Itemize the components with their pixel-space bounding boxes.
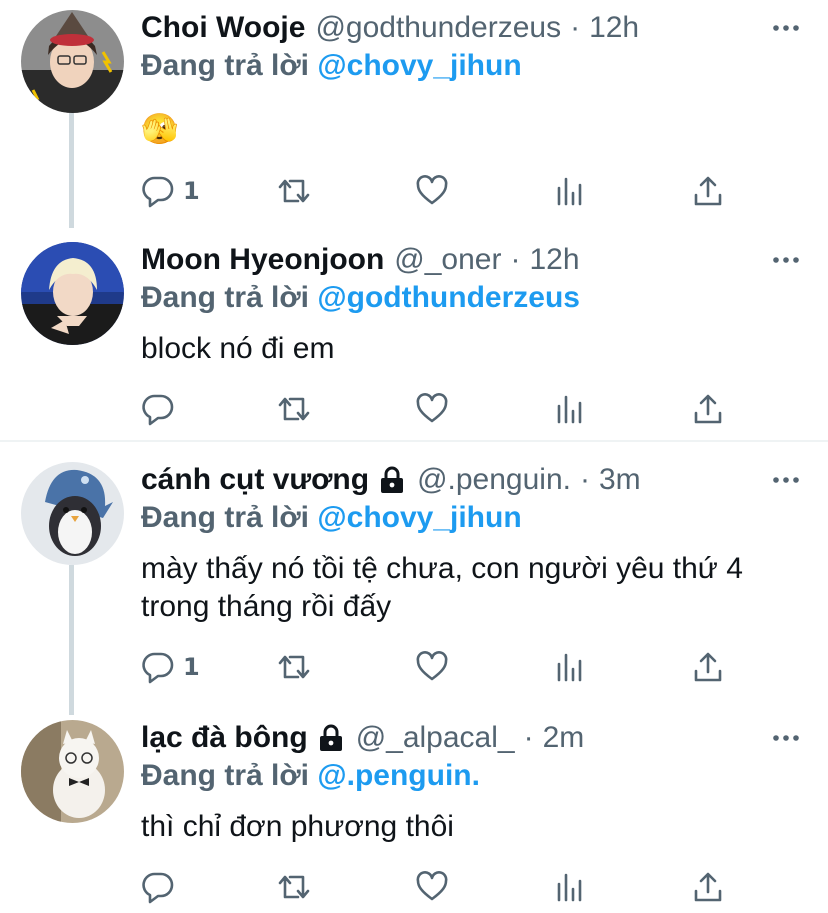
mention-link[interactable]: @chovy_jihun (317, 49, 521, 82)
reply-icon (142, 176, 174, 208)
action-bar: 1 (141, 647, 741, 687)
separator: · (570, 11, 581, 44)
analytics-icon (557, 177, 582, 206)
action-bar: 1 (141, 171, 741, 211)
reply-prefix: Đang trả lời (141, 501, 310, 534)
timestamp[interactable]: 12h (529, 243, 579, 277)
mention-link[interactable]: @.penguin. (317, 759, 480, 792)
reply-prefix: Đang trả lời (141, 49, 310, 82)
retweet-icon (278, 655, 310, 679)
like-button[interactable] (415, 867, 449, 907)
reply-context: Đang trả lời @chovy_jihun (141, 501, 522, 535)
reply-icon (142, 394, 174, 426)
reply-button[interactable]: 1 (141, 171, 200, 211)
retweet-icon (278, 875, 310, 899)
analytics-icon (557, 653, 582, 682)
display-name[interactable]: Moon Hyeonjoon (141, 243, 384, 277)
like-button[interactable] (415, 647, 449, 687)
display-name[interactable]: lạc đà bông (141, 721, 308, 755)
handle[interactable]: @_alpacal_ (356, 721, 515, 755)
reply-icon (142, 652, 174, 684)
retweet-icon (278, 179, 310, 203)
reply-prefix: Đang trả lời (141, 759, 310, 792)
reply-context: Đang trả lời @.penguin. (141, 759, 480, 793)
more-icon[interactable] (772, 724, 800, 752)
analytics-icon (557, 873, 582, 902)
like-button[interactable] (415, 389, 449, 429)
tweet-header: Choi Wooje @godthunderzeus · 12h (141, 8, 639, 48)
reply-button[interactable] (141, 867, 183, 907)
tweet-header: Moon Hyeonjoon @_oner · 12h (141, 240, 580, 280)
share-button[interactable] (691, 647, 725, 687)
tweet[interactable]: lạc đà bông @_alpacal_ · 2m Đang trả lời… (0, 718, 828, 913)
tweet[interactable]: cánh cụt vương @.penguin. · 3m Đang trả … (0, 460, 828, 715)
mention-link[interactable]: @godthunderzeus (317, 281, 580, 314)
tweet-header: lạc đà bông @_alpacal_ · 2m (141, 718, 584, 758)
analytics-button[interactable] (553, 867, 587, 907)
separator: · (523, 721, 534, 754)
reply-context: Đang trả lời @chovy_jihun (141, 49, 522, 83)
handle[interactable]: @_oner (394, 243, 501, 277)
retweet-button[interactable] (277, 171, 311, 211)
retweet-button[interactable] (277, 867, 311, 907)
more-icon[interactable] (772, 14, 800, 42)
reply-button[interactable] (141, 389, 183, 429)
separator: · (579, 463, 590, 496)
analytics-button[interactable] (553, 647, 587, 687)
share-icon (694, 176, 722, 206)
avatar[interactable] (21, 242, 124, 345)
lock-icon (381, 466, 404, 493)
lock-icon (319, 724, 342, 751)
separator: · (510, 243, 521, 276)
like-icon (416, 393, 448, 423)
tweet-text: block nó đi em (141, 332, 335, 365)
reply-prefix: Đang trả lời (141, 281, 310, 314)
thread-line (69, 113, 74, 228)
handle[interactable]: @godthunderzeus (315, 11, 561, 45)
tweet-header: cánh cụt vương @.penguin. · 3m (141, 460, 641, 500)
display-name[interactable]: Choi Wooje (141, 11, 305, 45)
reply-count: 1 (183, 177, 200, 205)
reply-count: 1 (183, 653, 200, 681)
share-icon (694, 872, 722, 902)
tweet[interactable]: Choi Wooje @godthunderzeus · 12h Đang tr… (0, 8, 828, 228)
share-icon (694, 652, 722, 682)
action-bar (141, 867, 741, 907)
handle[interactable]: @.penguin. (417, 463, 571, 497)
action-bar (141, 389, 741, 429)
retweet-button[interactable] (277, 389, 311, 429)
timestamp[interactable]: 12h (589, 11, 639, 45)
share-button[interactable] (691, 389, 725, 429)
mention-link[interactable]: @chovy_jihun (317, 501, 521, 534)
reply-icon (142, 872, 174, 904)
more-icon[interactable] (772, 466, 800, 494)
timestamp[interactable]: 3m (599, 463, 641, 497)
thread-line (69, 565, 74, 715)
like-icon (416, 871, 448, 901)
display-name[interactable]: cánh cụt vương (141, 463, 369, 497)
tweet-text: thì chỉ đơn phương thôi (141, 810, 454, 843)
timestamp[interactable]: 2m (543, 721, 585, 755)
share-icon (694, 394, 722, 424)
avatar[interactable] (21, 462, 124, 565)
avatar[interactable] (21, 720, 124, 823)
like-icon (416, 651, 448, 681)
tweet-text: mày thấy nó tồi tệ chưa, con người yêu t… (141, 552, 743, 623)
thread-divider (0, 440, 828, 442)
analytics-icon (557, 395, 582, 424)
like-button[interactable] (415, 171, 449, 211)
tweet[interactable]: Moon Hyeonjoon @_oner · 12h Đang trả lời… (0, 240, 828, 440)
reply-context: Đang trả lời @godthunderzeus (141, 281, 580, 315)
retweet-icon (278, 397, 310, 421)
more-icon[interactable] (772, 246, 800, 274)
analytics-button[interactable] (553, 171, 587, 211)
analytics-button[interactable] (553, 389, 587, 429)
share-button[interactable] (691, 171, 725, 211)
tweet-text: 🫣 (141, 113, 179, 146)
like-icon (416, 175, 448, 205)
avatar[interactable] (21, 10, 124, 113)
share-button[interactable] (691, 867, 725, 907)
retweet-button[interactable] (277, 647, 311, 687)
reply-button[interactable]: 1 (141, 647, 200, 687)
